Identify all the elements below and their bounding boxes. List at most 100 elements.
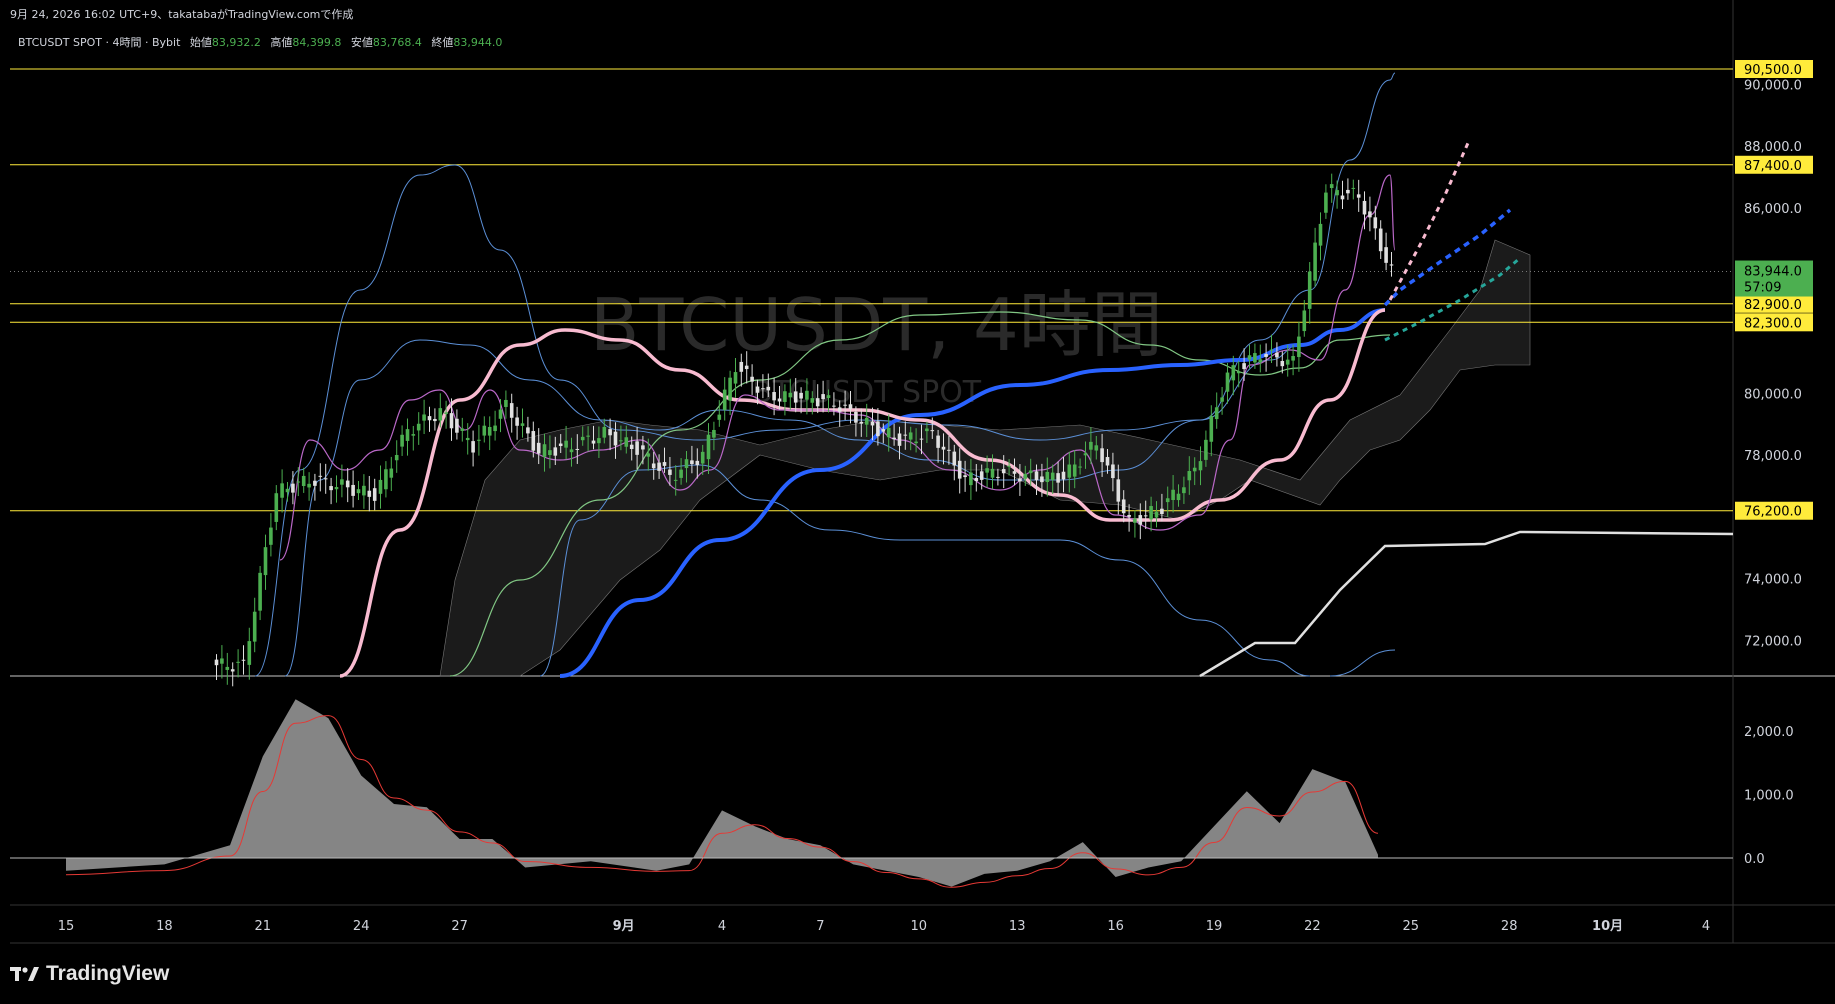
candle-body: [586, 435, 590, 437]
candle-body: [1023, 473, 1028, 479]
candle-body: [1007, 465, 1011, 467]
candle-body: [564, 440, 568, 448]
candle-body: [263, 547, 268, 576]
candle-body: [498, 409, 503, 419]
candle-body: [1362, 200, 1367, 215]
level-price-tag-label: 82,300.0: [1744, 316, 1802, 331]
candle-body: [1253, 353, 1257, 363]
candle-body: [1133, 518, 1137, 523]
candle-body: [717, 414, 722, 420]
candles: [214, 173, 1394, 687]
candle-body: [1160, 508, 1164, 515]
candle-body: [482, 425, 487, 436]
candle-body: [1149, 506, 1153, 520]
candle-body: [706, 434, 711, 460]
candle-body: [1209, 415, 1214, 442]
candle-body: [1028, 470, 1033, 474]
candle-body: [930, 430, 935, 432]
candle-body: [651, 463, 656, 469]
candle-body: [936, 435, 940, 448]
candle-body: [843, 404, 847, 406]
candle-body: [1346, 189, 1350, 194]
candle-body: [755, 386, 760, 393]
candle-body: [569, 449, 574, 453]
candle-body: [318, 475, 323, 477]
candle-body: [1089, 441, 1093, 450]
candle-body: [214, 659, 219, 666]
price-tick-label: 78,000.0: [1744, 449, 1802, 464]
countdown-label: 57:09: [1744, 281, 1781, 296]
candle-body: [629, 444, 634, 449]
candle-body: [941, 446, 946, 450]
candle-body: [553, 447, 558, 456]
candle-body: [345, 480, 350, 488]
candle-body: [750, 376, 754, 382]
candle-body: [1127, 514, 1131, 517]
candle-body: [1072, 464, 1077, 477]
candle-body: [580, 436, 585, 441]
candle-body: [1291, 356, 1295, 361]
candle-body: [1198, 461, 1203, 471]
candle-body: [548, 450, 552, 456]
candle-body: [487, 426, 492, 436]
price-tick-label: 72,000.0: [1744, 634, 1802, 649]
candle-body: [1297, 336, 1301, 358]
candle-body: [821, 394, 825, 400]
candle-body: [1335, 190, 1339, 196]
candle-body: [1351, 187, 1356, 189]
candle-body: [1067, 464, 1072, 478]
candle-body: [777, 398, 782, 402]
candle-body: [728, 377, 732, 401]
candle-body: [700, 451, 705, 464]
candle-body: [886, 427, 891, 438]
candle-body: [1204, 439, 1208, 460]
candle-body: [1302, 310, 1307, 332]
candle-body: [914, 441, 918, 444]
candle-body: [744, 365, 749, 370]
candle-body: [1018, 478, 1022, 482]
candle-body: [433, 418, 437, 422]
candle-body: [285, 488, 290, 493]
candle-body: [1324, 192, 1328, 213]
candle-body: [323, 478, 328, 480]
candle-body: [416, 423, 421, 431]
price-tick-label: 80,000.0: [1744, 387, 1802, 402]
candle-body: [274, 493, 279, 522]
candle-body: [531, 431, 536, 451]
candle-body: [591, 440, 596, 444]
price-tick-label: 88,000.0: [1744, 140, 1802, 155]
candle-body: [881, 429, 886, 432]
candle-body: [241, 659, 246, 661]
candle-body: [465, 437, 470, 441]
candle-body: [739, 361, 744, 372]
candle-body: [793, 391, 798, 403]
candle-body: [876, 421, 880, 437]
candle-body: [291, 483, 295, 493]
time-tick-label: 22: [1304, 919, 1321, 934]
candle-body: [673, 479, 678, 481]
candle-body: [575, 448, 580, 450]
time-tick-label: 19: [1206, 919, 1223, 934]
candle-body: [1247, 355, 1252, 360]
candle-body: [662, 462, 667, 466]
candle-body: [444, 412, 448, 414]
candle-body: [1275, 352, 1279, 358]
candle-body: [597, 438, 601, 444]
candle-body: [1258, 359, 1263, 363]
level-price-tag-label: 76,200.0: [1744, 505, 1802, 520]
candle-body: [1176, 493, 1181, 501]
candle-body: [925, 428, 929, 432]
price-chart[interactable]: BTCUSDT, 4時間BTCUSDT SPOT72,000.074,000.0…: [0, 0, 1835, 1004]
candle-body: [1040, 476, 1044, 483]
candle-body: [471, 441, 475, 453]
candle-body: [1269, 349, 1274, 351]
candle-body: [766, 386, 771, 391]
candle-body: [515, 417, 519, 426]
candle-body: [613, 431, 618, 446]
level-price-tag-label: 90,500.0: [1744, 63, 1802, 78]
oscillator-tick-label: 1,000.0: [1744, 789, 1794, 804]
time-tick-label: 9月: [613, 919, 635, 934]
tradingview-logo[interactable]: TradingView: [10, 958, 169, 990]
candle-body: [329, 486, 333, 491]
candle-body: [1034, 471, 1039, 481]
